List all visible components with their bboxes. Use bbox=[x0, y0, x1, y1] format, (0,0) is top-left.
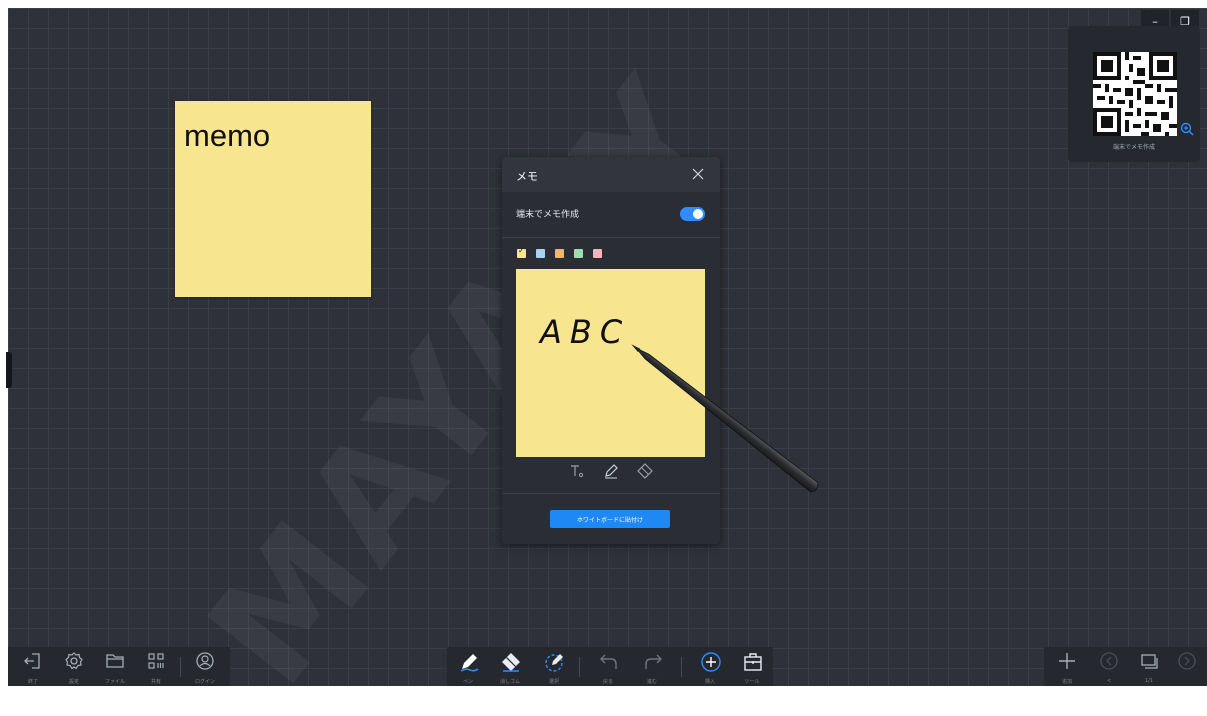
eraser-tool-icon[interactable] bbox=[636, 462, 654, 480]
folder-icon bbox=[106, 654, 124, 668]
user-icon bbox=[196, 652, 214, 670]
pages-button[interactable]: 1/1 bbox=[1134, 647, 1164, 686]
bottom-toolbar-right: 追加 < 1/1 bbox=[1044, 647, 1207, 686]
add-page-button[interactable]: 追加 bbox=[1052, 647, 1082, 686]
memo-sticky-note[interactable]: memo bbox=[175, 101, 371, 297]
bottom-toolbar-left: 終了 設定 ファイル 共有 ログイン bbox=[8, 647, 230, 686]
qr-grid-icon bbox=[148, 653, 164, 669]
gear-icon bbox=[65, 652, 83, 670]
panel-title: メモ bbox=[516, 170, 538, 183]
color-swatch-yellow[interactable] bbox=[517, 246, 526, 258]
select-button[interactable]: 選択 bbox=[539, 647, 569, 686]
select-label: 選択 bbox=[548, 679, 559, 685]
toolbox-icon bbox=[744, 653, 762, 671]
eraser-label: 消しゴム bbox=[499, 679, 520, 685]
close-icon[interactable] bbox=[690, 166, 706, 182]
insert-button[interactable]: 挿入 bbox=[695, 647, 725, 686]
device-memo-toggle[interactable] bbox=[680, 207, 705, 221]
bottom-toolbar-center: ペン 消しゴム 選択 戻る 進む 挿入 ツール bbox=[447, 647, 773, 686]
handwriting-text: ABC bbox=[540, 313, 631, 351]
toolbar-separator bbox=[681, 657, 682, 677]
pen-icon bbox=[460, 654, 479, 672]
memo-drawing-canvas[interactable]: ABC bbox=[516, 269, 705, 457]
settings-button[interactable]: 設定 bbox=[59, 647, 89, 686]
prev-icon bbox=[1100, 652, 1118, 670]
pen-label: ペン bbox=[462, 679, 473, 685]
insert-label: 挿入 bbox=[704, 679, 715, 685]
next-icon bbox=[1178, 652, 1196, 670]
prev-page-label: < bbox=[1106, 678, 1112, 684]
color-swatch-pink[interactable] bbox=[593, 249, 602, 258]
next-page-button[interactable] bbox=[1172, 647, 1202, 686]
share-button[interactable]: 共有 bbox=[141, 647, 171, 686]
file-label: ファイル bbox=[104, 679, 125, 685]
exit-icon bbox=[24, 653, 40, 669]
color-swatch-blue[interactable] bbox=[536, 249, 545, 258]
qr-widget: 端末でメモ作成 bbox=[1068, 26, 1200, 162]
login-button[interactable]: ログイン bbox=[190, 647, 220, 686]
redo-label: 進む bbox=[646, 679, 657, 685]
side-panel-handle[interactable] bbox=[6, 352, 12, 388]
pen-button[interactable]: ペン bbox=[453, 647, 483, 686]
redo-button[interactable]: 進む bbox=[637, 647, 667, 686]
prev-page-button[interactable]: < bbox=[1094, 647, 1124, 686]
color-swatch-green[interactable] bbox=[574, 249, 583, 258]
divider bbox=[502, 237, 720, 238]
exit-button[interactable]: 終了 bbox=[18, 647, 48, 686]
settings-label: 設定 bbox=[68, 679, 79, 685]
toolbar-separator bbox=[579, 657, 580, 677]
top-border bbox=[0, 0, 1207, 8]
add-page-label: 追加 bbox=[1061, 679, 1072, 685]
pages-icon bbox=[1141, 654, 1158, 669]
qr-label: 端末でメモ作成 bbox=[1112, 144, 1155, 151]
plus-circle-icon bbox=[701, 652, 721, 672]
memo-note-text: memo bbox=[184, 118, 271, 153]
tools-button[interactable]: ツール bbox=[737, 647, 767, 686]
eraser-button[interactable]: 消しゴム bbox=[495, 647, 525, 686]
memo-tools bbox=[502, 462, 720, 486]
color-swatches bbox=[517, 246, 602, 258]
color-swatch-orange[interactable] bbox=[555, 249, 564, 258]
paste-to-whiteboard-button[interactable]: ホワイトボードに貼付け bbox=[550, 510, 670, 528]
undo-button[interactable]: 戻る bbox=[593, 647, 623, 686]
login-label: ログイン bbox=[194, 679, 215, 685]
lasso-icon bbox=[545, 654, 563, 672]
memo-panel: メモ 端末でメモ作成 ABC ホワイトボードに貼付け bbox=[502, 157, 720, 544]
undo-icon bbox=[600, 654, 617, 669]
qr-code-icon bbox=[1093, 52, 1177, 136]
exit-label: 終了 bbox=[27, 679, 38, 685]
left-border bbox=[0, 0, 8, 686]
eraser-icon bbox=[502, 653, 520, 672]
pen-tool-icon[interactable] bbox=[602, 462, 620, 480]
tools-label: ツール bbox=[744, 679, 760, 685]
share-label: 共有 bbox=[150, 679, 161, 685]
panel-header: メモ bbox=[502, 157, 720, 192]
divider bbox=[502, 493, 720, 494]
text-tool-icon[interactable] bbox=[568, 462, 586, 480]
undo-label: 戻る bbox=[602, 679, 613, 685]
zoom-in-icon[interactable] bbox=[1180, 122, 1194, 136]
page-count-label: 1/1 bbox=[1144, 678, 1154, 684]
file-button[interactable]: ファイル bbox=[100, 647, 130, 686]
plus-icon bbox=[1059, 653, 1075, 669]
toolbar-separator bbox=[180, 657, 181, 677]
redo-icon bbox=[645, 654, 662, 669]
device-memo-label: 端末でメモ作成 bbox=[516, 210, 580, 220]
